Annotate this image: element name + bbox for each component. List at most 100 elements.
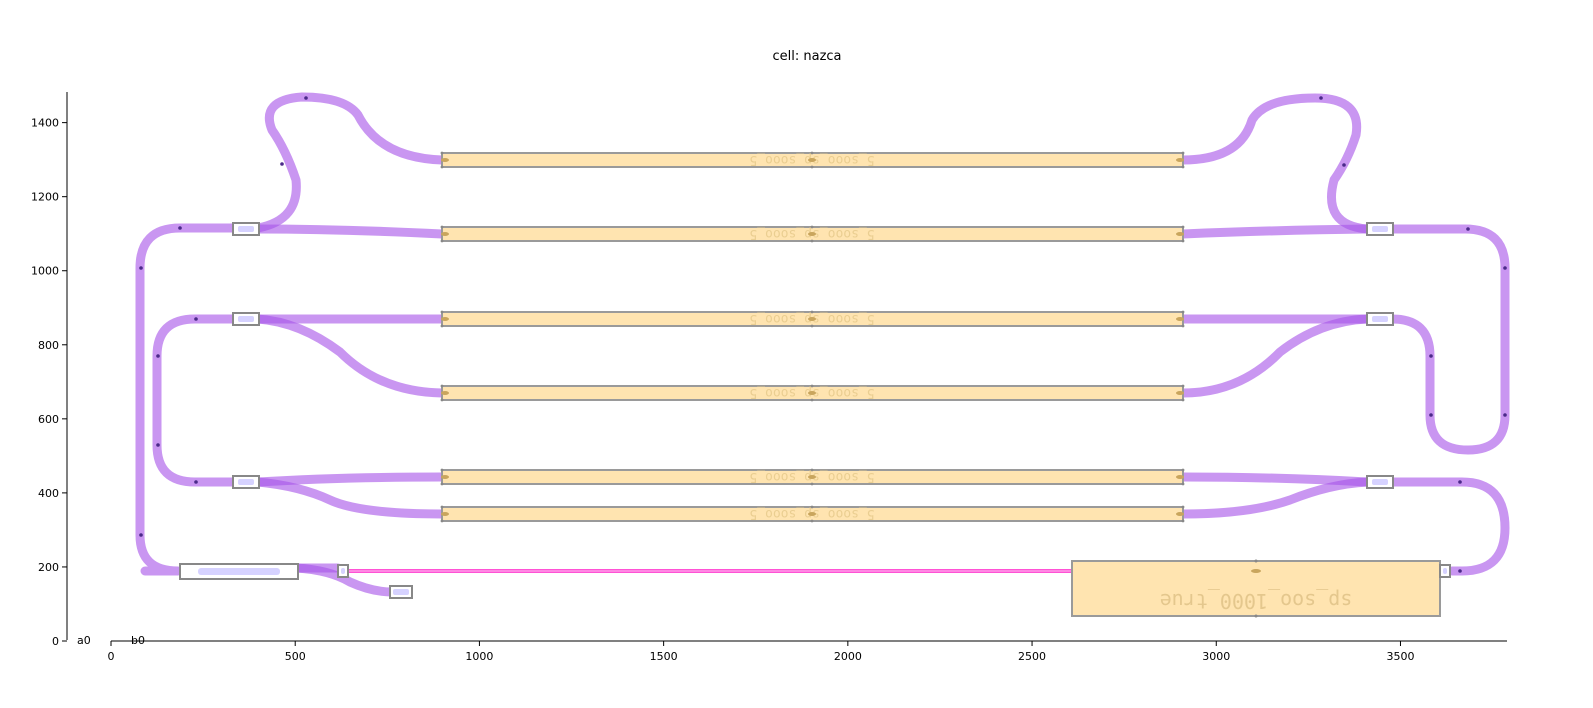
coupler-cell (1366, 222, 1394, 236)
strip-pin (810, 310, 814, 314)
strip-pin (810, 468, 814, 472)
y-tick-label: 1400 (31, 117, 59, 130)
strip-pin (440, 165, 444, 169)
strip-pin (440, 505, 444, 509)
mmi-pin-top (1254, 559, 1258, 563)
port-pin (280, 162, 284, 166)
port-pin (1429, 413, 1433, 417)
port-pin (139, 266, 143, 270)
strip-pin (440, 239, 444, 243)
strip-port (1176, 512, 1184, 516)
coupler-core (1372, 479, 1388, 485)
port-pin (1466, 227, 1470, 231)
waveguide-right-row1 (1178, 93, 1372, 234)
strip-pin (810, 324, 814, 328)
x-tick-label: 500 (285, 650, 306, 663)
input-splitter (179, 563, 299, 580)
y-tick-label: 1200 (31, 191, 59, 204)
strip-2: 5_sooo_sp_sooo_5 (440, 225, 1185, 243)
coupler-core (1443, 568, 1447, 574)
strip-port (808, 232, 816, 236)
strip-port (441, 232, 449, 236)
mmi-port (1251, 569, 1261, 573)
waveguide-right-outer-loop (1387, 224, 1510, 455)
port-pin (1458, 569, 1462, 573)
y-ticks: 0 200 400 600 800 1000 1200 1400 (31, 117, 67, 648)
strip-pin (1181, 310, 1185, 314)
strip-port (808, 512, 816, 516)
x-ticks: 0 500 1000 1500 2000 2500 3000 3500 (108, 641, 1414, 663)
strip-pin (810, 384, 814, 388)
strip-port (441, 317, 449, 321)
port-pin (1503, 413, 1507, 417)
strip-pin (1181, 468, 1185, 472)
coupler-core (393, 589, 409, 595)
coupler-cell (232, 475, 260, 489)
waveguide-left-row2 (253, 224, 447, 239)
strip-pin (440, 519, 444, 523)
strip-pin (440, 225, 444, 229)
x-tick-label: 2500 (1018, 650, 1046, 663)
x-tick-label: 3500 (1386, 650, 1414, 663)
port-pin (139, 533, 143, 537)
y-tick-label: 400 (38, 487, 59, 500)
coupler-cell (337, 564, 349, 578)
x-tick-label: 1500 (650, 650, 678, 663)
strip-port (1176, 232, 1184, 236)
coupler-cell (232, 312, 260, 326)
strip-pin (440, 384, 444, 388)
strip-port (1176, 391, 1184, 395)
layout-diagram: cell: nazca 0 200 400 600 800 1000 1200 1400 0 5… (31, 49, 1510, 663)
strip-port (808, 475, 816, 479)
strip-pin (810, 165, 814, 169)
port-pin (1429, 354, 1433, 358)
strip-pin (1181, 239, 1185, 243)
strip-pin (440, 468, 444, 472)
port-pin (304, 96, 308, 100)
y-tick-label: 800 (38, 339, 59, 352)
strip-pin (1181, 165, 1185, 169)
corner-label-a0: a0 (77, 634, 91, 647)
splitter-core (198, 568, 280, 575)
coupler-core (238, 316, 254, 322)
strip-port (441, 475, 449, 479)
coupler-core (238, 479, 254, 485)
coupler-cell (1366, 475, 1394, 489)
strip-port (1176, 158, 1184, 162)
strip-pin (810, 225, 814, 229)
strip-pin (1181, 384, 1185, 388)
coupler-cell (389, 585, 413, 599)
strip-port (441, 158, 449, 162)
waveguide-left-row6 (253, 477, 447, 519)
mmi-label: sp_soo_1000_true (1160, 589, 1353, 613)
port-pin (1319, 96, 1323, 100)
strip-pin (1181, 519, 1185, 523)
coupler-cell (1439, 564, 1451, 578)
y-tick-label: 200 (38, 561, 59, 574)
strip-pin (1181, 324, 1185, 328)
strip-pin (810, 505, 814, 509)
coupler-cells (232, 222, 1451, 599)
waveguide-right-row4 (1178, 314, 1372, 398)
strip-components: 5_sooo_sp_sooo_5 5_sooo_sp_sooo_5 5_sooo_s… (440, 151, 1185, 523)
strip-6: 5_sooo_sp_sooo_5 (440, 505, 1185, 523)
strip-port (441, 391, 449, 395)
strip-3: 5_sooo_sp_sooo_5 (440, 310, 1185, 328)
strip-pin (1181, 482, 1185, 486)
port-pin (1342, 163, 1346, 167)
strip-pin (440, 398, 444, 402)
waveguide-left-row4 (253, 314, 447, 398)
x-tick-label: 1000 (465, 650, 493, 663)
y-tick-label: 600 (38, 413, 59, 426)
strip-port (808, 158, 816, 162)
waveguide-right-row2 (1178, 224, 1372, 239)
port-pin (1503, 266, 1507, 270)
strip-port (1176, 317, 1184, 321)
axes (66, 92, 1507, 642)
strip-pin (1181, 505, 1185, 509)
strip-5: 5_sooo_sp_sooo_5 (440, 468, 1185, 486)
y-tick-label: 0 (52, 635, 59, 648)
coupler-core (341, 568, 345, 574)
waveguide-right-bottom-loop (1387, 477, 1510, 576)
strip-port (441, 512, 449, 516)
